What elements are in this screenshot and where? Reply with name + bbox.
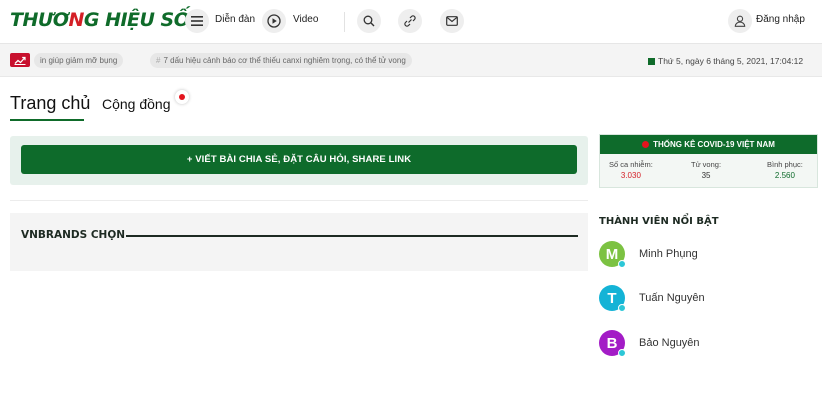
vietnam-flag-icon xyxy=(642,141,650,148)
mail-button[interactable] xyxy=(440,9,464,33)
member-name[interactable]: Bảo Nguyên xyxy=(639,337,700,349)
stat-label: Bình phục: xyxy=(767,160,803,169)
news-ticker: in giúp giảm mỡ bụng #7 dấu hiệu cảnh bá… xyxy=(0,44,822,77)
search-icon xyxy=(363,15,375,27)
member-item[interactable]: M Minh Phụng xyxy=(599,241,819,269)
covid-stat-cases: Số ca nhiễm: 3.030 xyxy=(609,160,653,180)
online-status-icon xyxy=(618,349,626,357)
vnbrands-title: VNBRANDS CHỌN xyxy=(21,229,126,241)
stat-label: Số ca nhiễm: xyxy=(609,160,653,169)
tab-home[interactable]: Trang chủ xyxy=(10,93,90,114)
section-divider xyxy=(10,200,588,201)
active-tab-indicator xyxy=(10,119,84,121)
search-button[interactable] xyxy=(357,9,381,33)
stat-value: 35 xyxy=(701,171,711,180)
ticker-item[interactable]: in giúp giảm mỡ bụng xyxy=(34,53,124,68)
video-button[interactable] xyxy=(262,9,286,33)
stat-value: 3.030 xyxy=(620,171,641,180)
top-bar: THƯƠNG HIỆU SỐ Diễn đàn Video Đăng nhập xyxy=(0,0,822,44)
featured-members-title: THÀNH VIÊN NỔI BẬT xyxy=(599,216,719,227)
member-item[interactable]: B Bảo Nguyên xyxy=(599,330,819,358)
online-status-icon xyxy=(618,260,626,268)
write-post-button[interactable]: + VIẾT BÀI CHIA SẺ, ĐẶT CÂU HỎI, SHARE L… xyxy=(21,145,577,174)
link-button[interactable] xyxy=(398,9,422,33)
vnbrands-section xyxy=(10,213,588,271)
site-logo[interactable]: THƯƠNG HIỆU SỐ xyxy=(10,9,190,31)
logo-mark: N xyxy=(68,9,84,31)
account-button[interactable] xyxy=(728,9,752,33)
current-date-text: Thứ 5, ngày 6 tháng 5, 2021, 17:04:12 xyxy=(658,56,804,66)
login-link[interactable]: Đăng nhập xyxy=(756,14,805,25)
notification-dot-icon xyxy=(175,90,189,104)
member-name[interactable]: Tuấn Nguyên xyxy=(639,292,705,304)
ticker-item-text: 7 dấu hiệu cảnh báo cơ thể thiếu canxi n… xyxy=(163,56,406,65)
covid-stats-title: THỐNG KÊ COVID-19 VIỆT NAM xyxy=(653,140,775,149)
tab-community[interactable]: Cộng đồng xyxy=(102,96,171,112)
user-icon xyxy=(734,15,746,27)
current-date: Thứ 5, ngày 6 tháng 5, 2021, 17:04:12 xyxy=(648,56,803,66)
avatar-initial: B xyxy=(606,334,618,352)
avatar-initial: M xyxy=(605,245,619,263)
menu-icon xyxy=(191,16,203,26)
covid-stat-deaths: Tử vong: 35 xyxy=(691,160,721,180)
video-nav-link[interactable]: Video xyxy=(293,14,318,25)
trending-badge xyxy=(10,53,30,67)
link-icon xyxy=(404,15,416,27)
stat-label: Tử vong: xyxy=(691,160,722,169)
ticker-item[interactable]: #7 dấu hiệu cảnh báo cơ thể thiếu canxi … xyxy=(150,53,412,68)
forum-nav-link[interactable]: Diễn đàn xyxy=(215,14,255,25)
vnbrands-title-rule xyxy=(126,235,578,237)
ticker-item-text: in giúp giảm mỡ bụng xyxy=(40,56,118,65)
mail-icon xyxy=(446,16,458,26)
covid-stats-widget: THỐNG KÊ COVID-19 VIỆT NAM Số ca nhiễm: 3… xyxy=(599,134,818,188)
avatar-initial: T xyxy=(607,289,617,307)
online-status-icon xyxy=(618,304,626,312)
stat-value: 2.560 xyxy=(774,171,795,180)
hash-icon: # xyxy=(156,56,161,65)
calendar-icon xyxy=(648,58,655,65)
menu-button[interactable] xyxy=(185,9,209,33)
nav-divider xyxy=(344,12,345,32)
logo-text-part2: G HIỆU SỐ xyxy=(83,9,190,31)
trending-chart-icon xyxy=(14,56,26,65)
member-name[interactable]: Minh Phụng xyxy=(639,248,698,260)
play-icon xyxy=(267,14,281,28)
member-item[interactable]: T Tuấn Nguyên xyxy=(599,285,819,313)
covid-stats-header: THỐNG KÊ COVID-19 VIỆT NAM xyxy=(600,135,817,154)
logo-text-part1: THƯƠ xyxy=(10,9,69,31)
covid-stat-recovered: Bình phục: 2.560 xyxy=(767,160,803,180)
